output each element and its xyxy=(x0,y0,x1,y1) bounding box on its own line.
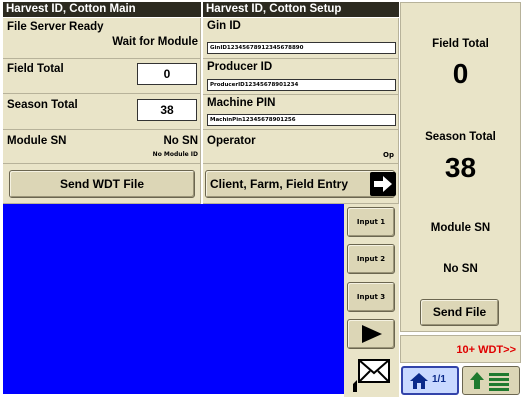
gin-id-label: Gin ID xyxy=(207,20,241,32)
arrow-right-icon xyxy=(370,172,396,196)
operator-value[interactable]: Op xyxy=(383,151,394,159)
right-module-sn-value: No SN xyxy=(443,263,478,275)
play-icon xyxy=(362,325,382,343)
operator-cell: Operator Op xyxy=(203,130,399,164)
play-button[interactable] xyxy=(347,319,395,349)
right-season-total-value: 38 xyxy=(444,152,477,183)
client-farm-field-label: Client, Farm, Field Entry xyxy=(210,177,349,191)
menu-up-icon xyxy=(470,372,509,391)
field-total-label: Field Total xyxy=(7,63,64,75)
right-module-sn-label: Module SN xyxy=(430,222,491,234)
right-field-total-label: Field Total xyxy=(432,38,489,50)
setup-header: Harvest ID, Cotton Setup xyxy=(203,2,399,17)
producer-id-field[interactable]: ProducerID12345678901234 xyxy=(207,79,396,91)
client-farm-field-button[interactable]: Client, Farm, Field Entry xyxy=(205,170,395,198)
page-indicator: 1/1 xyxy=(432,374,446,385)
field-total-cell: Field Total 0 xyxy=(3,59,201,94)
file-server-status: Wait for Module xyxy=(112,36,198,48)
module-sn-cell: Module SN No SN No Module ID xyxy=(3,130,201,164)
client-farm-field-cell: Client, Farm, Field Entry xyxy=(203,164,399,204)
main-header: Harvest ID, Cotton Main xyxy=(3,2,201,17)
machine-pin-cell: Machine PIN MachinPin12345678901256 xyxy=(203,95,399,130)
season-total-value[interactable]: 38 xyxy=(137,99,197,121)
input-3-button[interactable]: Input 3 xyxy=(347,282,395,312)
field-total-value[interactable]: 0 xyxy=(137,63,197,85)
send-file-button[interactable]: Send File xyxy=(420,299,499,326)
module-sn-value: No SN xyxy=(163,135,199,147)
wdt-count-label: 10+ WDT>> xyxy=(456,344,516,356)
module-sn-label: Module SN xyxy=(7,135,67,147)
wdt-alert-bar[interactable]: 10+ WDT>> xyxy=(400,335,521,363)
menu-up-button[interactable] xyxy=(462,366,520,395)
right-season-total-label: Season Total xyxy=(425,131,496,143)
machine-pin-field[interactable]: MachinPin12345678901256 xyxy=(207,114,396,126)
machine-pin-label: Machine PIN xyxy=(207,97,276,109)
operator-label: Operator xyxy=(207,135,256,147)
season-total-cell: Season Total 38 xyxy=(3,94,201,130)
producer-id-cell: Producer ID ProducerID12345678901234 xyxy=(203,59,399,95)
season-total-label: Season Total xyxy=(7,99,78,111)
envelope-icon xyxy=(353,359,390,392)
home-icon xyxy=(410,373,428,389)
input-1-button[interactable]: Input 1 xyxy=(347,207,395,237)
home-button[interactable]: 1/1 xyxy=(401,366,459,395)
right-field-total-value: 0 xyxy=(452,58,469,89)
file-server-cell: File Server Ready Wait for Module xyxy=(3,18,201,59)
input-2-button[interactable]: Input 2 xyxy=(347,244,395,274)
send-wdt-cell: Send WDT File xyxy=(3,164,201,204)
file-server-label: File Server Ready xyxy=(7,21,104,33)
envelope-button[interactable] xyxy=(351,356,395,394)
module-id-value: No Module ID xyxy=(152,151,198,158)
gin-id-cell: Gin ID GinID12345678912345678890 xyxy=(203,18,399,59)
producer-id-label: Producer ID xyxy=(207,61,273,73)
gin-id-field[interactable]: GinID12345678912345678890 xyxy=(207,42,396,54)
map-canvas[interactable] xyxy=(3,204,344,394)
send-wdt-button[interactable]: Send WDT File xyxy=(9,170,195,198)
